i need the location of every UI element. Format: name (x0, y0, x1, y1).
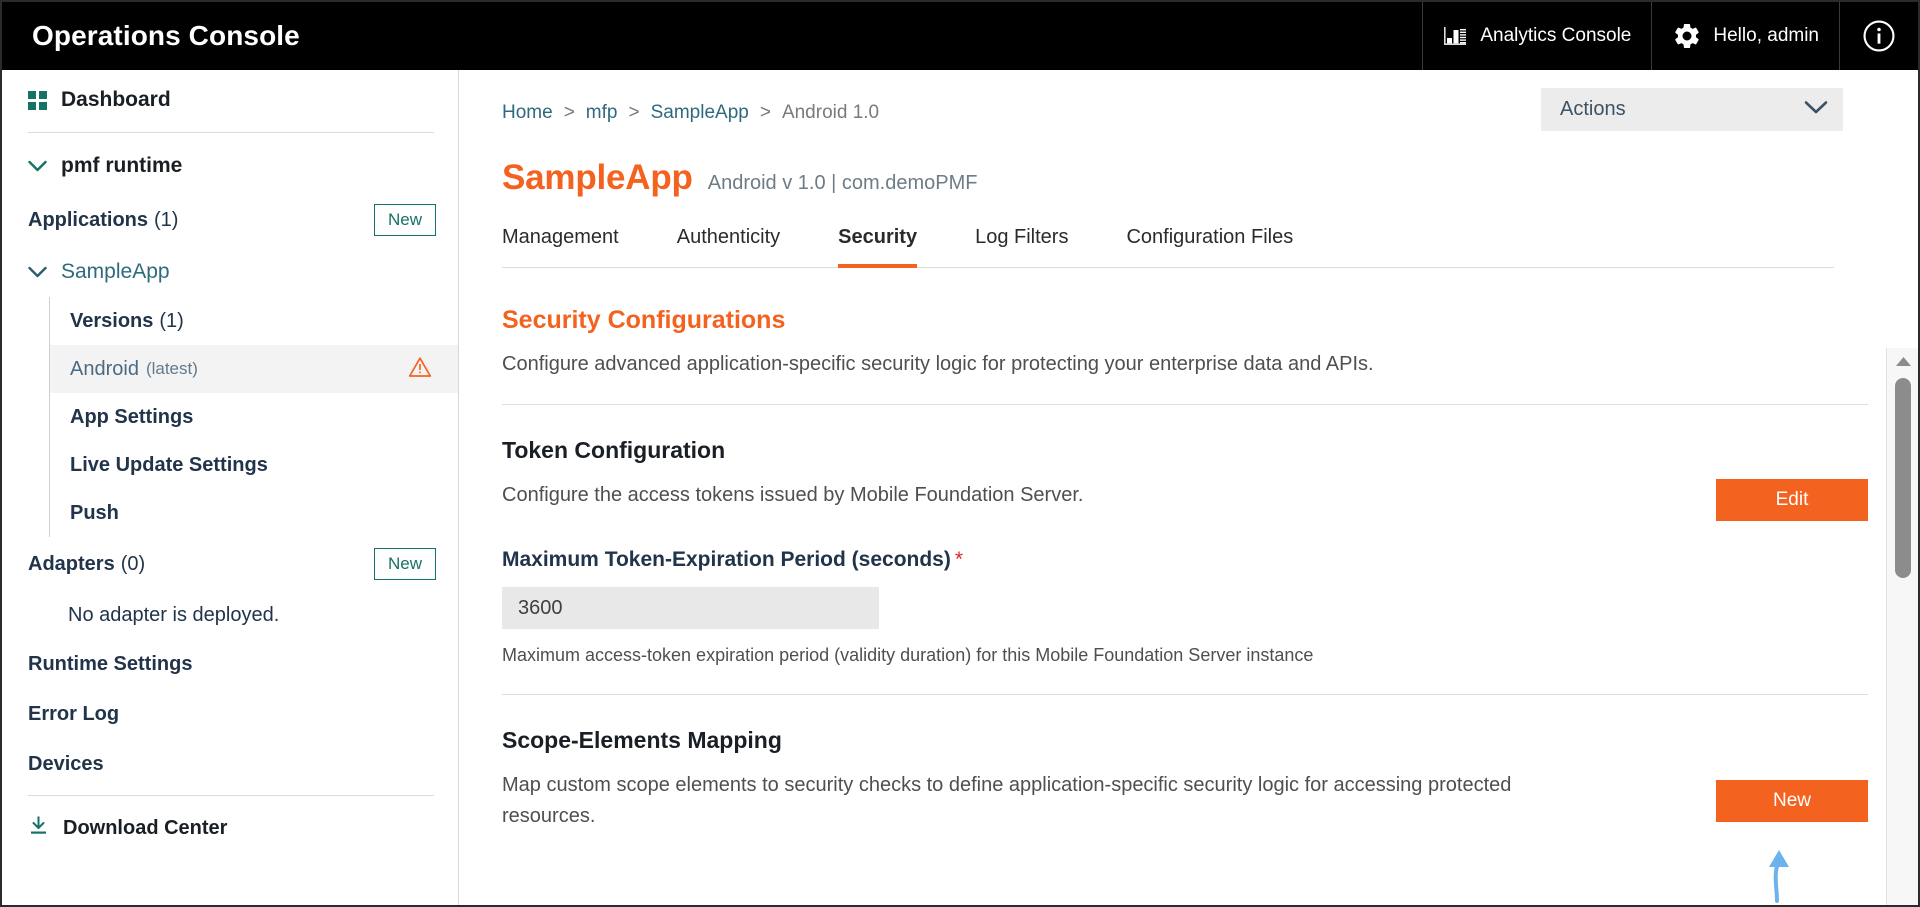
sidebar-divider-bottom (28, 795, 434, 796)
required-marker: * (954, 548, 964, 571)
token-configuration-block: Token Configuration Configure the access… (502, 437, 1868, 666)
sidebar-item-label: Devices (28, 752, 104, 775)
new-application-button[interactable]: New (373, 203, 436, 237)
user-greeting-label: Hello, admin (1713, 25, 1819, 46)
scope-mapping-description: Map custom scope elements to security ch… (502, 774, 1512, 827)
token-expiry-label-text: Maximum Token-Expiration Period (seconds… (502, 548, 951, 571)
adapters-empty-message: No adapter is deployed. (68, 603, 280, 626)
new-adapter-button[interactable]: New (373, 547, 436, 581)
page-title-row: SampleApp Android v 1.0 | com.demoPMF (460, 124, 1918, 198)
tab-security[interactable]: Security (838, 226, 918, 268)
adapters-count: (0) (120, 552, 146, 575)
user-menu[interactable]: Hello, admin (1651, 2, 1839, 70)
sidebar-item-label: Android (70, 357, 139, 380)
scope-mapping-title: Scope-Elements Mapping (502, 727, 782, 753)
actions-dropdown[interactable]: Actions (1541, 88, 1843, 131)
section-title: Security Configurations (502, 306, 786, 334)
section-divider (502, 404, 1868, 405)
analytics-console-link[interactable]: Analytics Console (1422, 2, 1651, 70)
new-scope-element-button[interactable]: New (1716, 780, 1868, 822)
info-button[interactable] (1839, 2, 1918, 70)
grid-icon (28, 90, 47, 110)
tab-management[interactable]: Management (502, 226, 619, 268)
breadcrumb: Home > mfp > SampleApp > Android 1.0 Act… (460, 70, 1918, 131)
scroll-thumb[interactable] (1895, 378, 1911, 578)
sidebar-item-label: App Settings (70, 405, 194, 428)
scope-elements-mapping-block: Scope-Elements Mapping Map custom scope … (502, 727, 1868, 832)
section-description: Configure advanced application-specific … (502, 353, 1374, 375)
breadcrumb-separator: > (563, 102, 575, 123)
sidebar-item-label: Push (70, 501, 119, 524)
sidebar-item-runtime-settings[interactable]: Runtime Settings (2, 639, 458, 689)
breadcrumb-item-sampleapp[interactable]: SampleApp (651, 102, 749, 124)
tab-log-filters[interactable]: Log Filters (975, 226, 1068, 268)
sidebar-item-dashboard[interactable]: Dashboard (2, 70, 458, 126)
sidebar-item-versions[interactable]: Versions (1) (50, 297, 458, 345)
token-expiry-input[interactable] (502, 587, 879, 629)
token-expiry-help: Maximum access-token expiration period (… (502, 645, 1314, 665)
gear-icon (1672, 21, 1702, 51)
sidebar-item-devices[interactable]: Devices (2, 739, 458, 789)
vertical-scrollbar[interactable] (1886, 348, 1918, 905)
sidebar-app-children: Versions (1) Android (latest) App Settin… (49, 297, 458, 537)
sidebar-item-label: pmf runtime (61, 154, 183, 177)
bar-chart-icon (1443, 25, 1469, 47)
actions-dropdown-label: Actions (1560, 98, 1626, 120)
token-config-title: Token Configuration (502, 437, 726, 463)
tab-authenticity[interactable]: Authenticity (677, 226, 780, 268)
page-subtitle: Android v 1.0 | com.demoPMF (707, 172, 978, 194)
tab-configuration-files[interactable]: Configuration Files (1126, 226, 1293, 268)
sidebar-item-label: Error Log (28, 702, 120, 725)
sidebar-item-pmf-runtime[interactable]: pmf runtime (2, 139, 458, 193)
top-bar-actions: Analytics Console Hello, admin (1422, 2, 1918, 70)
sidebar: Dashboard pmf runtime Applications (1) N… (2, 70, 459, 905)
main-content: Home > mfp > SampleApp > Android 1.0 Act… (460, 70, 1918, 905)
breadcrumb-item-home[interactable]: Home (502, 102, 553, 124)
breadcrumb-item-mfp[interactable]: mfp (586, 102, 618, 124)
chevron-down-icon (28, 157, 47, 176)
page-title: SampleApp (502, 158, 693, 197)
breadcrumb-item-current: Android 1.0 (781, 102, 880, 123)
sidebar-item-label: Versions (70, 309, 154, 332)
info-icon (1862, 19, 1896, 53)
sidebar-item-sublabel: (latest) (145, 359, 198, 378)
edit-button[interactable]: Edit (1716, 479, 1868, 521)
token-expiry-label: Maximum Token-Expiration Period (seconds… (502, 548, 1868, 572)
security-panel: Security Configurations Configure advanc… (460, 268, 1918, 853)
sidebar-item-label: Dashboard (61, 88, 171, 111)
app-title: Operations Console (32, 20, 300, 51)
scroll-up-button[interactable] (1887, 348, 1918, 374)
breadcrumb-separator: > (759, 102, 771, 123)
top-bar: Operations Console Analytics Console Hel… (2, 2, 1918, 70)
sidebar-item-android[interactable]: Android (latest) (50, 345, 458, 393)
sidebar-item-error-log[interactable]: Error Log (2, 689, 458, 739)
sidebar-section-applications: Applications (1) New (2, 193, 458, 247)
breadcrumb-separator: > (628, 102, 640, 123)
versions-count: (1) (159, 309, 184, 332)
sidebar-item-download-center[interactable]: Download Center (2, 802, 458, 854)
sidebar-item-push[interactable]: Push (50, 489, 458, 537)
chevron-down-icon (1804, 100, 1828, 120)
analytics-console-label: Analytics Console (1480, 25, 1632, 46)
token-config-description: Configure the access tokens issued by Mo… (502, 484, 1084, 506)
chevron-down-icon (28, 263, 47, 282)
sidebar-item-label: Live Update Settings (70, 453, 268, 476)
sidebar-item-app-settings[interactable]: App Settings (50, 393, 458, 441)
sidebar-section-adapters: Adapters (0) New (2, 537, 458, 591)
download-icon (28, 815, 49, 841)
sidebar-item-label: Runtime Settings (28, 652, 193, 675)
sidebar-divider-top (28, 132, 434, 133)
token-scope-divider (502, 694, 1868, 695)
warning-triangle-icon (408, 356, 432, 383)
applications-label: Applications (28, 208, 149, 231)
sidebar-item-live-update-settings[interactable]: Live Update Settings (50, 441, 458, 489)
sidebar-item-label: SampleApp (61, 260, 170, 283)
sidebar-item-sampleapp[interactable]: SampleApp (2, 247, 458, 297)
tab-bar: Management Authenticity Security Log Fil… (502, 226, 1834, 268)
applications-count: (1) (154, 208, 179, 231)
sidebar-item-label: Download Center (63, 816, 228, 839)
operations-console-window: Operations Console Analytics Console Hel… (0, 0, 1920, 907)
adapters-label: Adapters (28, 552, 115, 575)
